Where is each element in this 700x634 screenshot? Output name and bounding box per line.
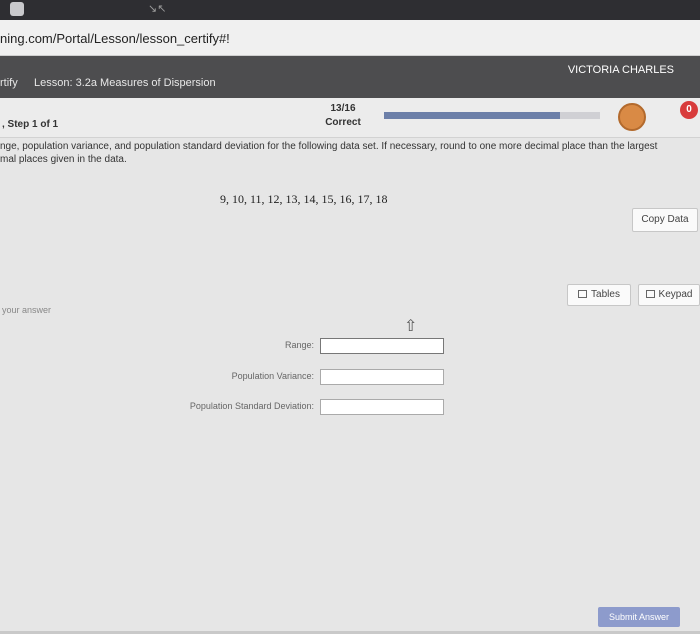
address-bar[interactable]: ning.com/Portal/Lesson/lesson_certify#!	[0, 20, 700, 56]
population-sd-row: Population Standard Deviation:	[0, 399, 460, 415]
lesson-header: rtify Lesson: 3.2a Measures of Dispersio…	[0, 56, 700, 98]
copy-data-button[interactable]: Copy Data	[632, 208, 698, 232]
step-indicator: , Step 1 of 1	[2, 119, 59, 130]
range-label: Range:	[284, 340, 314, 350]
user-name[interactable]: VICTORIA CHARLES	[568, 64, 674, 76]
table-icon	[578, 290, 588, 298]
data-set: 9, 10, 11, 12, 13, 14, 15, 16, 17, 18	[220, 192, 388, 206]
population-sd-input[interactable]	[320, 399, 444, 415]
mouse-pointer-icon: ⇧	[404, 318, 418, 335]
question-instructions: nge, population variance, and population…	[0, 140, 700, 166]
keypad-button[interactable]: Keypad	[638, 284, 700, 306]
notification-badge[interactable]: 0	[680, 101, 698, 119]
tab-favicon-icon[interactable]	[10, 2, 24, 16]
url-text[interactable]: ning.com/Portal/Lesson/lesson_certify#!	[0, 31, 230, 46]
lesson-title: Lesson: 3.2a Measures of Dispersion	[34, 77, 216, 89]
population-sd-label: Population Standard Deviation:	[189, 401, 314, 411]
submit-answer-button[interactable]: Submit Answer	[598, 607, 680, 627]
population-variance-label: Population Variance:	[231, 371, 314, 381]
tab-arrow-icon[interactable]: ↘↖	[148, 2, 166, 15]
score-display: 13/16 Correct	[318, 102, 368, 130]
browser-tab-strip: ↘↖	[0, 0, 700, 20]
tables-label: Tables	[591, 289, 620, 300]
keypad-icon	[645, 290, 655, 298]
breadcrumb-certify[interactable]: rtify	[0, 77, 18, 89]
population-variance-input[interactable]	[320, 369, 444, 385]
keypad-label: Keypad	[658, 289, 693, 300]
answer-section-label: your answer	[2, 305, 52, 315]
score-value: 13/16	[330, 103, 356, 114]
score-label: Correct	[325, 117, 361, 128]
tables-button[interactable]: Tables	[567, 284, 631, 306]
instructions-line-1: nge, population variance, and population…	[0, 141, 658, 152]
population-variance-row: Population Variance:	[0, 369, 460, 385]
range-input[interactable]	[320, 338, 444, 354]
status-bar: , Step 1 of 1 13/16 Correct 0	[0, 98, 700, 138]
progress-bar	[384, 112, 600, 119]
progress-fill	[384, 112, 560, 119]
range-row: Range:	[0, 338, 460, 354]
medal-icon[interactable]	[618, 103, 646, 131]
instructions-line-2: mal places given in the data.	[0, 154, 127, 165]
